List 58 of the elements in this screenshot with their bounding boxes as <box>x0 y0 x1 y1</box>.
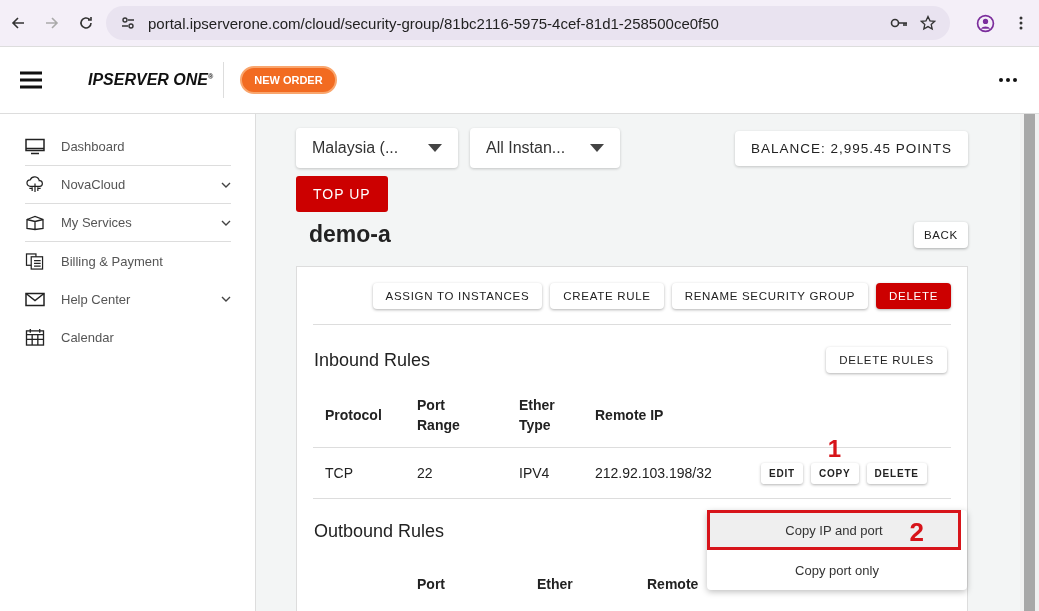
action-button[interactable]: ASSIGN TO INSTANCES <box>372 283 543 309</box>
address-bar[interactable]: portal.ipserverone.com/cloud/security-group/81bc2116-5975-4cef-81d1-258500ce0f50 <box>106 6 950 40</box>
more-icon[interactable] <box>999 78 1017 82</box>
sidebar-item[interactable]: Help Center <box>25 280 231 318</box>
action-button[interactable]: CREATE RULE <box>550 283 664 309</box>
column-header: Remote IP <box>595 405 665 425</box>
balance-display: BALANCE: 2,995.45 POINTS <box>734 130 968 166</box>
table-cell-text: IPV4 <box>519 465 551 481</box>
box-icon <box>25 214 45 231</box>
table-cell-text: TCP <box>325 465 354 481</box>
column-header: Port Range <box>417 395 461 435</box>
page-title: demo-a <box>309 221 391 248</box>
chevron-down-icon <box>221 219 231 226</box>
column-header: Ether <box>537 576 574 592</box>
delete-rules-button[interactable]: DELETE RULES <box>826 347 947 373</box>
star-icon[interactable] <box>920 15 936 31</box>
step-number: 2 <box>909 519 924 545</box>
step-number: 1 <box>827 434 842 463</box>
sidebar-item[interactable]: NovaCloud <box>25 166 231 204</box>
menu-icon[interactable] <box>20 71 42 89</box>
url-text: portal.ipserverone.com/cloud/security-group/81bc2116-5975-4cef-81d1-258500ce0f50 <box>148 14 720 32</box>
chevron-down-icon <box>221 181 231 188</box>
row-button[interactable]: DELETE <box>866 462 927 484</box>
chevron-down-icon <box>221 296 231 302</box>
reload-icon[interactable] <box>78 15 94 31</box>
row-button[interactable]: EDIT <box>761 462 803 484</box>
calendar-icon <box>25 328 45 346</box>
dropdown-arrow-icon <box>428 144 442 152</box>
sidebar-item[interactable]: My Services <box>25 204 231 242</box>
filter-dropdown[interactable]: Malaysia (... <box>296 128 458 168</box>
column-header: Port <box>417 576 446 592</box>
filter-dropdown[interactable]: All Instan... <box>470 128 620 168</box>
menu-item[interactable]: Copy IP and port 2 <box>707 510 961 550</box>
logo: IPSERVER ONE$^{®}$ <box>88 71 215 89</box>
envelope-icon <box>25 290 45 308</box>
column-header: Protocol <box>325 405 383 425</box>
table-cell-text: 212.92.103.198/32 <box>595 465 713 481</box>
column-header: Ether Type <box>519 395 556 435</box>
sidebar-item[interactable]: Calendar <box>25 318 231 356</box>
top-up-button[interactable]: TOP UP <box>296 176 388 212</box>
section-title: Outbound Rules <box>314 521 445 541</box>
menu-item[interactable]: Copy port only <box>707 550 967 590</box>
sidebar-item[interactable]: Dashboard <box>25 128 231 166</box>
monitor-icon <box>25 138 45 155</box>
action-button[interactable]: DELETE <box>876 283 951 309</box>
back-button[interactable]: BACK <box>913 221 968 248</box>
sidebar-item[interactable]: Billing & Payment <box>25 242 231 280</box>
site-settings-icon[interactable] <box>120 15 136 31</box>
profile-icon[interactable] <box>976 13 995 33</box>
section-title: Inbound Rules <box>314 349 431 371</box>
column-header: Remote <box>647 576 699 592</box>
action-button[interactable]: RENAME SECURITY GROUP <box>671 283 869 309</box>
table-cell-text: 22 <box>417 465 434 481</box>
receipt-icon <box>25 252 45 270</box>
back-icon[interactable] <box>10 15 26 31</box>
dropdown-arrow-icon <box>590 144 604 152</box>
scrollbar-thumb[interactable] <box>1024 114 1035 611</box>
cloud-icon <box>25 176 45 193</box>
